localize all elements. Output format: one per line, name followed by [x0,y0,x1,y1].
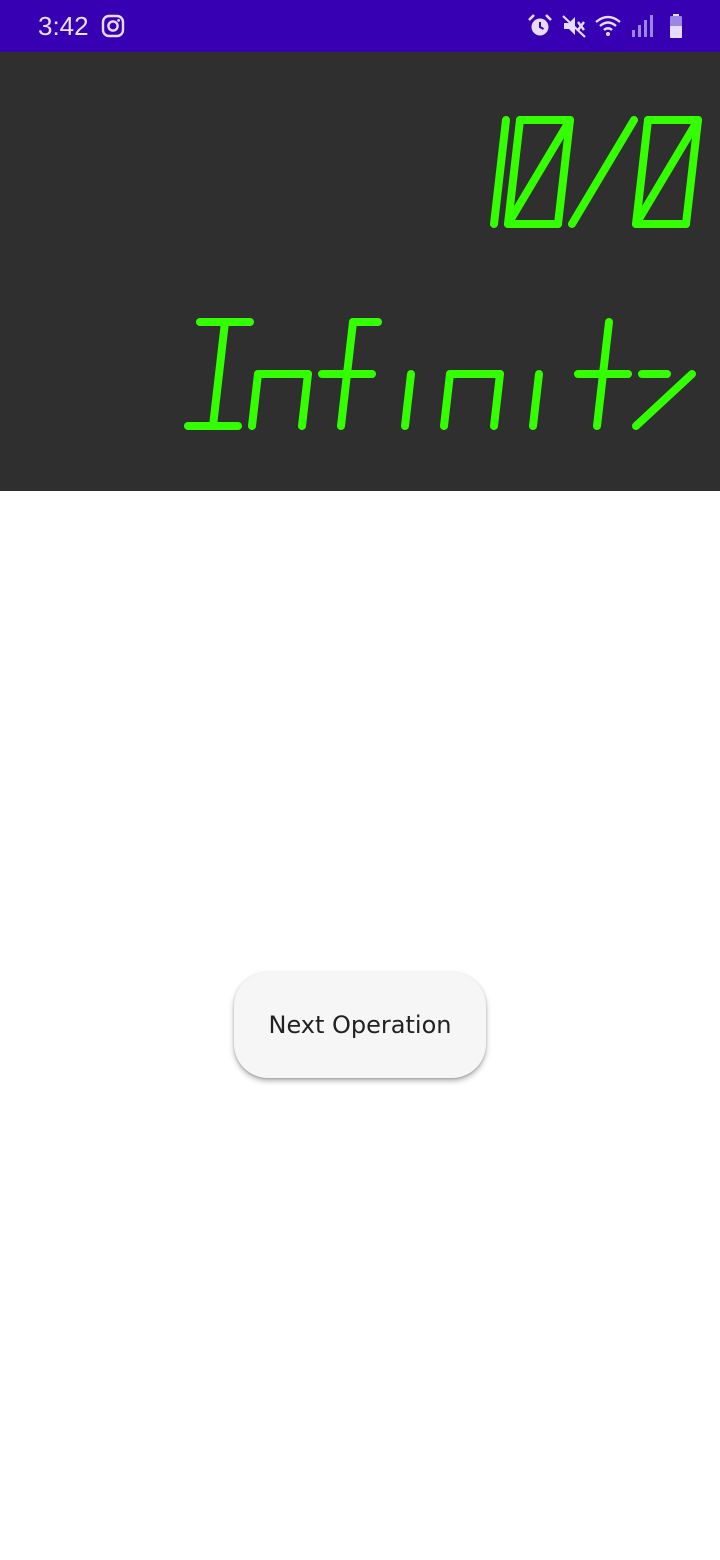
signal-icon [628,12,656,40]
result-char-6 [574,318,632,430]
result-char-7 [632,370,696,430]
alarm-icon [526,12,554,40]
wifi-icon [594,12,622,40]
status-time: 3:42 [38,11,89,41]
status-bar: 3:42 [0,0,720,52]
result-char-1 [248,370,312,430]
expression-char-3 [632,116,702,228]
mute-icon [560,12,588,40]
expression-char-1 [504,116,574,228]
battery-icon [662,12,690,40]
result-char-0 [184,318,254,430]
expression-char-2 [568,116,638,228]
next-operation-button[interactable]: Next Operation [234,972,486,1078]
expression-char-0 [490,116,510,228]
segment-display [184,116,702,430]
calculator-display: 10/0 Infinity [0,52,720,491]
instagram-icon [101,14,125,38]
result-char-3 [401,370,415,430]
result-char-4 [440,370,504,430]
result-char-2 [318,318,382,430]
result-char-5 [529,370,543,430]
status-icons [526,12,690,40]
